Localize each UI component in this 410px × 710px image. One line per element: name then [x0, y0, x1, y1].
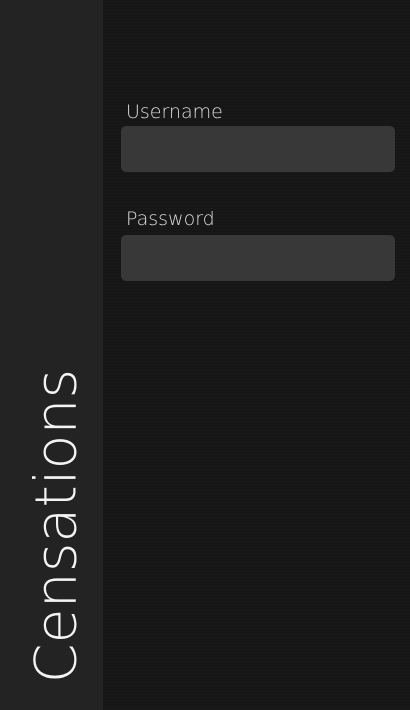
brand-panel: Censations [0, 0, 103, 710]
username-input[interactable] [121, 126, 395, 172]
username-label: Username [126, 101, 223, 123]
login-screen: Censations Username Password [0, 0, 410, 710]
app-logo-text: Censations [23, 368, 90, 684]
password-input[interactable] [121, 235, 395, 281]
login-form: Username Password [103, 0, 410, 710]
password-label: Password [126, 208, 215, 230]
